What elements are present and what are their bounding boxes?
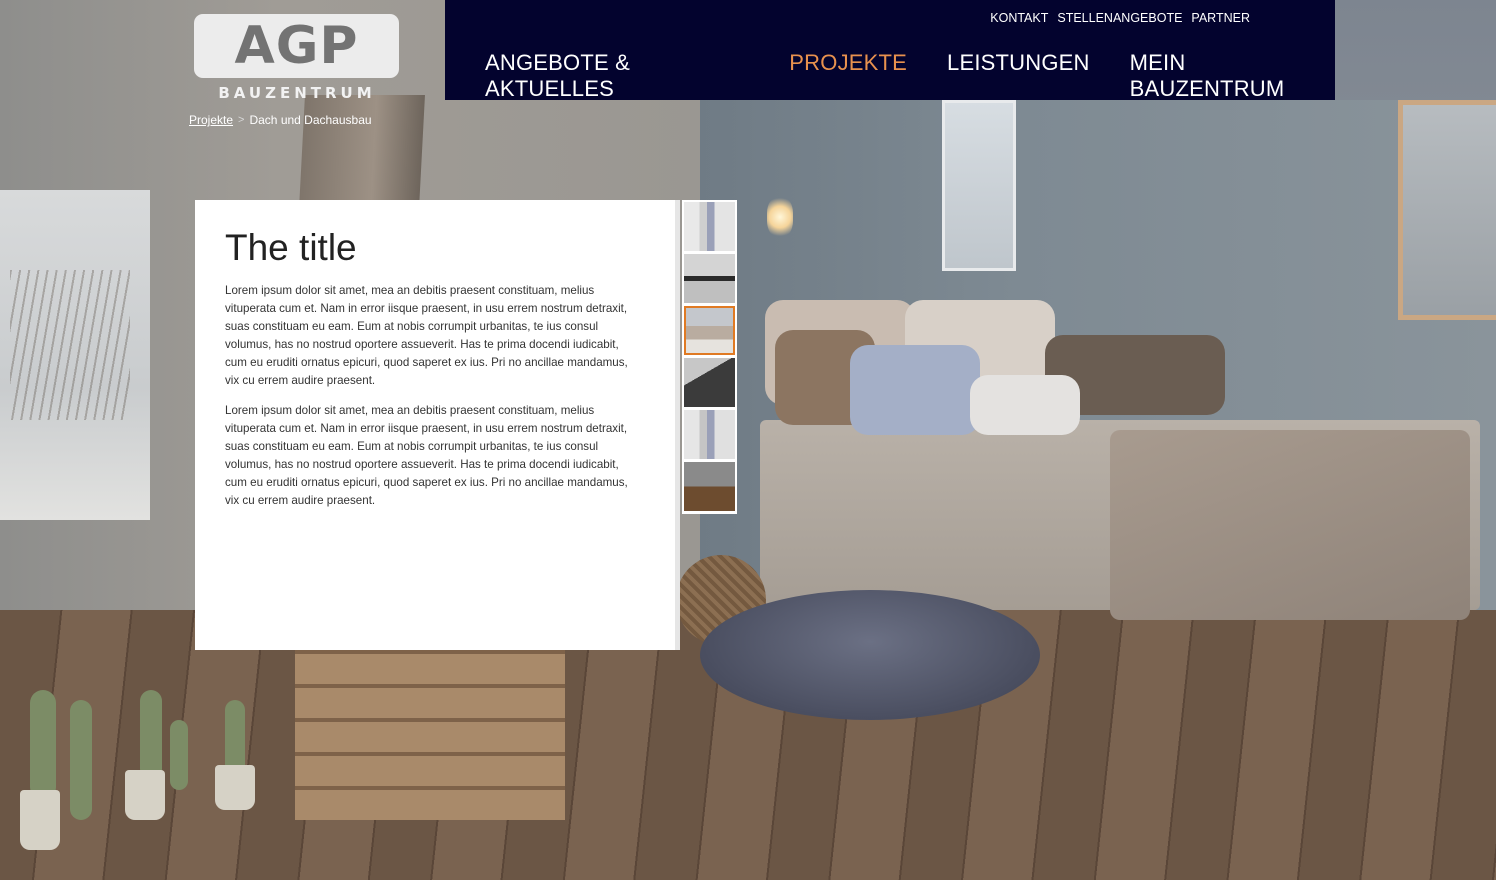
breadcrumb-current: Dach und Dachausbau — [249, 113, 372, 127]
utility-link-stellenangebote[interactable]: STELLENANGEBOTE — [1057, 11, 1182, 25]
gallery-thumbnail-6[interactable] — [684, 462, 735, 511]
primary-nav: ANGEBOTE & AKTUELLES PROJEKTE LEISTUNGEN… — [485, 50, 1335, 102]
gallery-thumbnail-1[interactable] — [684, 202, 735, 251]
content-paragraph: Lorem ipsum dolor sit amet, mea an debit… — [225, 404, 628, 507]
content-paragraph: Lorem ipsum dolor sit amet, mea an debit… — [225, 284, 628, 387]
nav-item-angebote[interactable]: ANGEBOTE & AKTUELLES — [485, 50, 749, 102]
main-navigation-bar: KONTAKT STELLENANGEBOTE PARTNER ANGEBOTE… — [445, 0, 1335, 102]
gallery-thumbnail-5[interactable] — [684, 410, 735, 459]
utility-nav: KONTAKT STELLENANGEBOTE PARTNER — [990, 11, 1250, 25]
logo-badge: AGP — [194, 14, 399, 78]
content-card: The title Lorem ipsum dolor sit amet, me… — [195, 200, 675, 650]
breadcrumb-separator: > — [238, 114, 245, 126]
breadcrumb-link-projekte[interactable]: Projekte — [189, 113, 233, 127]
nav-item-mein-bauzentrum[interactable]: MEIN BAUZENTRUM — [1130, 50, 1335, 102]
gallery-thumbnail-3-selected[interactable] — [684, 306, 735, 355]
nav-item-leistungen[interactable]: LEISTUNGEN — [947, 50, 1090, 102]
logo-subtitle: BAUZENTRUM — [218, 84, 376, 102]
nav-item-projekte[interactable]: PROJEKTE — [789, 50, 907, 102]
site-logo[interactable]: AGP BAUZENTRUM — [194, 14, 399, 102]
gallery-thumbnail-2[interactable] — [684, 254, 735, 303]
gallery-thumbnail-4[interactable] — [684, 358, 735, 407]
content-body: Lorem ipsum dolor sit amet, mea an debit… — [225, 282, 640, 522]
breadcrumb: Projekte > Dach und Dachausbau — [189, 113, 372, 127]
content-title: The title — [225, 227, 357, 268]
content-card-edge — [675, 200, 680, 650]
utility-link-partner[interactable]: PARTNER — [1191, 11, 1250, 25]
gallery-thumbnails — [682, 200, 737, 514]
utility-link-kontakt[interactable]: KONTAKT — [990, 11, 1048, 25]
logo-mark: AGP — [234, 16, 359, 76]
